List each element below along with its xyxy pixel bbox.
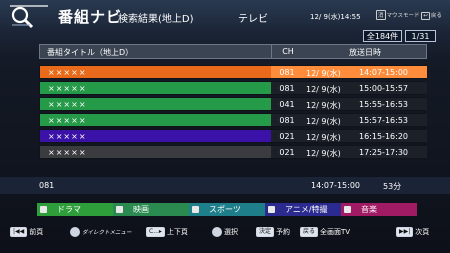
row-date: 12/ 9(水)	[306, 149, 341, 158]
reserve-label: 予約	[276, 228, 291, 236]
genre-button-0[interactable]: ドラマ	[37, 203, 113, 216]
row-date: 12/ 9(水)	[306, 117, 341, 126]
program-info-bar: 081 14:07-15:00 53分	[0, 177, 450, 194]
row-title: ×××××	[48, 68, 87, 77]
column-divider	[271, 45, 272, 58]
music-icon	[344, 206, 351, 213]
row-time: 15:57-16:53	[359, 116, 408, 125]
row-time: 15:00-15:57	[359, 84, 408, 93]
prev-page-button[interactable]: |◀◀ 前頁	[10, 227, 43, 237]
genre-label: ドラマ	[57, 205, 81, 214]
back-key-icon[interactable]: ↩	[421, 12, 430, 20]
next-page-button[interactable]: ▶▶| 次頁	[396, 227, 429, 237]
row-channel: 041	[279, 100, 295, 109]
anime-icon	[268, 206, 275, 213]
row-time: 16:15-16:20	[359, 132, 408, 141]
clock: 12/ 9(水)14:55	[310, 13, 361, 21]
info-time: 14:07-15:00	[311, 181, 360, 190]
row-channel: 021	[279, 132, 295, 141]
sports-icon	[192, 206, 199, 213]
row-channel: 081	[279, 68, 295, 77]
back-label: 戻る	[430, 13, 442, 19]
drama-icon	[40, 206, 47, 213]
info-duration: 53分	[383, 182, 402, 191]
select-label: 選択	[224, 228, 238, 236]
search-navi-logo-icon	[10, 5, 48, 29]
genre-button-2[interactable]: スポーツ	[189, 203, 265, 216]
column-channel: CH	[282, 47, 294, 56]
page-indicator: 1/31	[405, 30, 436, 42]
table-row[interactable]: ××××× 041 12/ 9(水) 15:55-16:53	[39, 97, 427, 111]
row-title: ×××××	[48, 100, 87, 109]
genre-button-1[interactable]: 映画	[113, 203, 189, 216]
source-label: テレビ	[238, 14, 268, 25]
mouse-mode-label: マウスモード	[386, 13, 420, 19]
movie-icon	[116, 206, 123, 213]
genre-filter-bar: ドラマ 映画 スポーツ アニメ/特撮 音楽	[37, 203, 417, 216]
skip-back-key-icon: |◀◀	[10, 227, 28, 237]
column-datetime: 放送日時	[349, 48, 381, 57]
row-time: 17:25-17:30	[359, 148, 408, 157]
reserve-button[interactable]: 決定 予約	[256, 227, 290, 237]
updown-page-label: 上下頁	[166, 228, 188, 236]
updown-page-button[interactable]: C...▸ 上下頁	[146, 227, 188, 237]
genre-label: スポーツ	[209, 205, 241, 214]
row-time: 14:07-15:00	[359, 68, 408, 77]
row-channel: 081	[279, 84, 295, 93]
page-updown-key-icon: C...▸	[146, 227, 165, 237]
fullscreen-tv-button[interactable]: 戻る 全画面TV	[300, 227, 350, 237]
genre-button-4[interactable]: 音楽	[341, 203, 417, 216]
direct-menu-icon	[70, 227, 80, 237]
result-count: 全184件	[363, 30, 402, 42]
program-navi-screen: 番組ナビ 検索結果(地上D) テレビ 12/ 9(水)14:55 消マウスモード…	[0, 0, 450, 253]
direct-menu-button[interactable]: ダイレクトメニュー	[70, 227, 132, 237]
table-row[interactable]: ××××× 021 12/ 9(水) 17:25-17:30	[39, 145, 427, 159]
back-key-icon: 戻る	[300, 227, 319, 237]
row-channel: 021	[279, 148, 295, 157]
next-page-label: 次頁	[415, 228, 430, 236]
table-row[interactable]: ××××× 021 12/ 9(水) 16:15-16:20	[39, 129, 427, 143]
info-channel: 081	[39, 181, 55, 190]
row-date: 12/ 9(水)	[306, 69, 341, 78]
skip-forward-key-icon: ▶▶|	[396, 227, 414, 237]
genre-label: アニメ/特撮	[285, 205, 328, 214]
clear-key-icon[interactable]: 消	[376, 10, 386, 20]
header-key-hints: 消マウスモード ↩ 戻る	[376, 10, 442, 20]
fullscreen-tv-label: 全画面TV	[320, 228, 351, 236]
page-title: 番組ナビ	[58, 8, 123, 26]
row-date: 12/ 9(水)	[306, 101, 341, 110]
row-title: ×××××	[48, 148, 87, 157]
row-time: 15:55-16:53	[359, 100, 408, 109]
dpad-icon	[212, 227, 222, 237]
footer-key-guide: |◀◀ 前頁 ダイレクトメニュー C...▸ 上下頁 選択 決定 予約 戻る 全…	[0, 222, 450, 244]
page-subtitle: 検索結果(地上D)	[118, 14, 194, 25]
row-title: ×××××	[48, 132, 87, 141]
row-date: 12/ 9(水)	[306, 85, 341, 94]
genre-label: 映画	[133, 205, 149, 214]
row-date: 12/ 9(水)	[306, 133, 341, 142]
table-row[interactable]: ××××× 081 12/ 9(水) 15:00-15:57	[39, 81, 427, 95]
genre-label: 音楽	[361, 205, 377, 214]
prev-page-label: 前頁	[29, 228, 44, 236]
header: 番組ナビ 検索結果(地上D) テレビ 12/ 9(水)14:55 消マウスモード…	[0, 0, 450, 32]
row-channel: 081	[279, 116, 295, 125]
row-title: ×××××	[48, 116, 87, 125]
table-row[interactable]: ××××× 081 12/ 9(水) 14:07-15:00	[39, 65, 427, 79]
table-row[interactable]: ××××× 081 12/ 9(水) 15:57-16:53	[39, 113, 427, 127]
decide-key-icon: 決定	[256, 227, 275, 237]
table-header: 番組タイトル（地上D） CH 放送日時	[39, 44, 427, 59]
column-title: 番組タイトル（地上D）	[47, 48, 134, 57]
row-title: ×××××	[48, 84, 87, 93]
genre-button-3[interactable]: アニメ/特撮	[265, 203, 341, 216]
select-button[interactable]: 選択	[212, 227, 238, 237]
direct-menu-label: ダイレクトメニュー	[82, 230, 132, 236]
